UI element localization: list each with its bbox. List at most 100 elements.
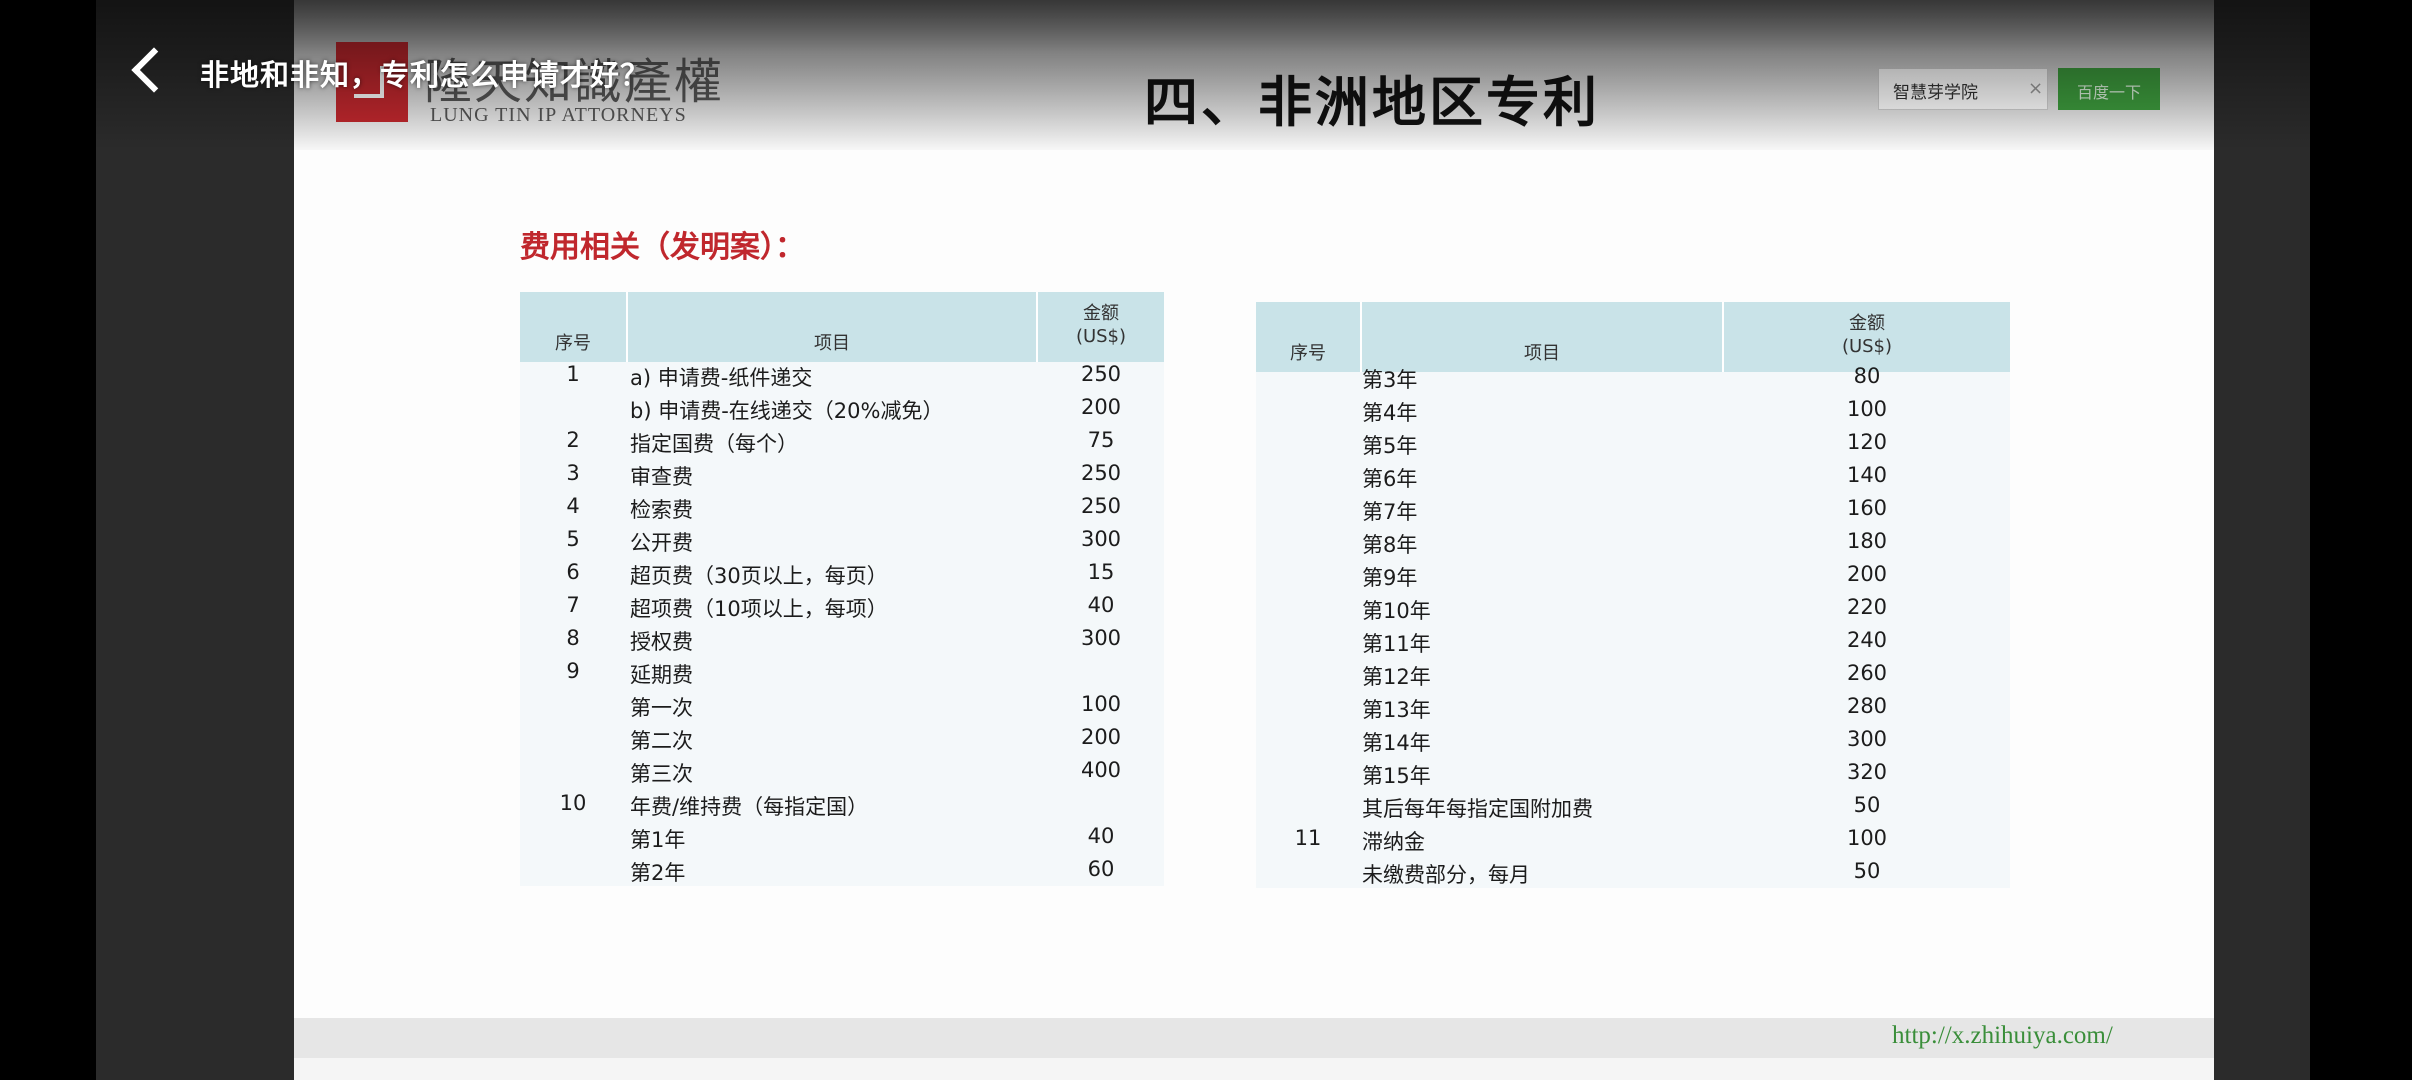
row-item: 第11年: [1362, 632, 1431, 656]
row-amount: 80: [1853, 364, 1881, 388]
row-item: 第6年: [1362, 467, 1418, 491]
row-item: 超页费（30页以上，每页）: [630, 564, 888, 588]
row-amount: 60: [1087, 857, 1115, 881]
row-amount: 260: [1846, 661, 1888, 685]
row-number: 1: [566, 362, 580, 386]
row-item: a) 申请费-纸件递交: [630, 366, 813, 390]
table-row: 第15年 320: [1256, 756, 2010, 789]
letterbox-right: [2310, 0, 2412, 1080]
row-item: b) 申请费-在线递交（20%减免）: [630, 399, 944, 423]
row-amount: 250: [1080, 461, 1122, 485]
row-amount: 50: [1853, 859, 1881, 883]
row-item: 第5年: [1362, 434, 1418, 458]
table-row: 第13年 280: [1256, 690, 2010, 723]
row-item: 第7年: [1362, 500, 1418, 524]
row-amount: 120: [1846, 430, 1888, 454]
table-row: 7 超项费（10项以上，每项） 40: [520, 589, 1164, 622]
row-item: 其后每年每指定国附加费: [1362, 797, 1593, 821]
row-item: 第15年: [1362, 764, 1431, 788]
row-item: 第14年: [1362, 731, 1431, 755]
row-item: 审查费: [630, 465, 693, 489]
table-row: 第11年 240: [1256, 624, 2010, 657]
row-amount: 40: [1087, 824, 1115, 848]
table-row: 第3年 80: [1256, 360, 2010, 393]
table-row: 第5年 120: [1256, 426, 2010, 459]
presentation-slide: 隆天知識產權 LUNG TIN IP ATTORNEYS 四、非洲地区专利 智慧…: [294, 0, 2214, 1080]
row-amount: 200: [1080, 725, 1122, 749]
table-row: 第1年 40: [520, 820, 1164, 853]
table-row: 2 指定国费（每个） 75: [520, 424, 1164, 457]
row-item: 第2年: [630, 861, 686, 885]
table-row: 6 超页费（30页以上，每页） 15: [520, 556, 1164, 589]
table-row: 第10年 220: [1256, 591, 2010, 624]
video-player[interactable]: 隆天知識產權 LUNG TIN IP ATTORNEYS 四、非洲地区专利 智慧…: [0, 0, 2412, 1080]
header-amount-unit: (US$): [1841, 336, 1893, 357]
table-row: 3 审查费 250: [520, 457, 1164, 490]
table-row: 第6年 140: [1256, 459, 2010, 492]
table-row: 第二次 200: [520, 721, 1164, 754]
table-row: 未缴费部分，每月 50: [1256, 855, 2010, 888]
row-amount: 300: [1080, 626, 1122, 650]
row-amount: 100: [1846, 826, 1888, 850]
search-input[interactable]: 智慧芽学院: [1878, 68, 2048, 110]
section-heading: 费用相关（发明案）：: [520, 230, 805, 265]
row-item: 第9年: [1362, 566, 1418, 590]
row-amount: 400: [1080, 758, 1122, 782]
fee-table-right: 序号 项目 金额 (US$) 第3年 80 第4年 100 第5年 120 第6年 140 第7…: [1256, 302, 2010, 888]
table-row: 第三次 400: [520, 754, 1164, 787]
row-item: 授权费: [630, 630, 693, 654]
row-amount: 40: [1087, 593, 1115, 617]
letterbox-left: [0, 0, 96, 1080]
row-amount: 100: [1080, 692, 1122, 716]
row-amount: 240: [1846, 628, 1888, 652]
row-item: 未缴费部分，每月: [1362, 863, 1530, 887]
slide-title: 四、非洲地区专利: [1144, 70, 1600, 134]
row-amount: 220: [1846, 595, 1888, 619]
row-item: 滞纳金: [1362, 830, 1425, 854]
table-row: 第8年 180: [1256, 525, 2010, 558]
firm-logo-en: LUNG TIN IP ATTORNEYS: [430, 104, 687, 126]
row-item: 第13年: [1362, 698, 1431, 722]
row-item: 第三次: [630, 762, 693, 786]
header-amount-label: 金额: [1083, 303, 1119, 324]
row-amount: 140: [1846, 463, 1888, 487]
clear-icon[interactable]: ×: [2028, 78, 2043, 99]
row-item: 第3年: [1362, 368, 1418, 392]
row-number: 9: [566, 659, 580, 683]
row-number: 8: [566, 626, 580, 650]
table-row: 10 年费/维持费（每指定国）: [520, 787, 1164, 820]
video-title: 非地和非知，专利怎么申请才好？: [200, 58, 651, 92]
table-row: 第4年 100: [1256, 393, 2010, 426]
row-item: 第二次: [630, 729, 693, 753]
table-row: 4 检索费 250: [520, 490, 1164, 523]
row-item: 超项费（10项以上，每项）: [630, 597, 888, 621]
header-item: 项目: [814, 333, 850, 354]
header-amount-label: 金额: [1849, 313, 1885, 334]
row-amount: 15: [1087, 560, 1115, 584]
row-item: 第1年: [630, 828, 686, 852]
row-item: 第12年: [1362, 665, 1431, 689]
search-button[interactable]: 百度一下: [2058, 68, 2160, 110]
table-row: 1 a) 申请费-纸件递交 250: [520, 358, 1164, 391]
back-arrow-icon[interactable]: [126, 44, 166, 98]
table-row: 第7年 160: [1256, 492, 2010, 525]
row-number: 5: [566, 527, 580, 551]
row-amount: 75: [1087, 428, 1115, 452]
row-amount: 300: [1080, 527, 1122, 551]
row-item: 第10年: [1362, 599, 1431, 623]
slide-footer-bottom: [294, 1058, 2214, 1080]
table-row: 9 延期费: [520, 655, 1164, 688]
row-amount: 250: [1080, 362, 1122, 386]
row-amount: 250: [1080, 494, 1122, 518]
header-amount-unit: (US$): [1075, 326, 1127, 347]
row-item: 延期费: [630, 663, 693, 687]
table-row: 其后每年每指定国附加费 50: [1256, 789, 2010, 822]
row-amount: 50: [1853, 793, 1881, 817]
pillarbox-left: [96, 0, 294, 1080]
table-row: b) 申请费-在线递交（20%减免） 200: [520, 391, 1164, 424]
table-row: 第9年 200: [1256, 558, 2010, 591]
row-amount: 200: [1846, 562, 1888, 586]
header-amount: 金额 (US$): [1038, 292, 1164, 362]
row-amount: 100: [1846, 397, 1888, 421]
row-item: 第8年: [1362, 533, 1418, 557]
